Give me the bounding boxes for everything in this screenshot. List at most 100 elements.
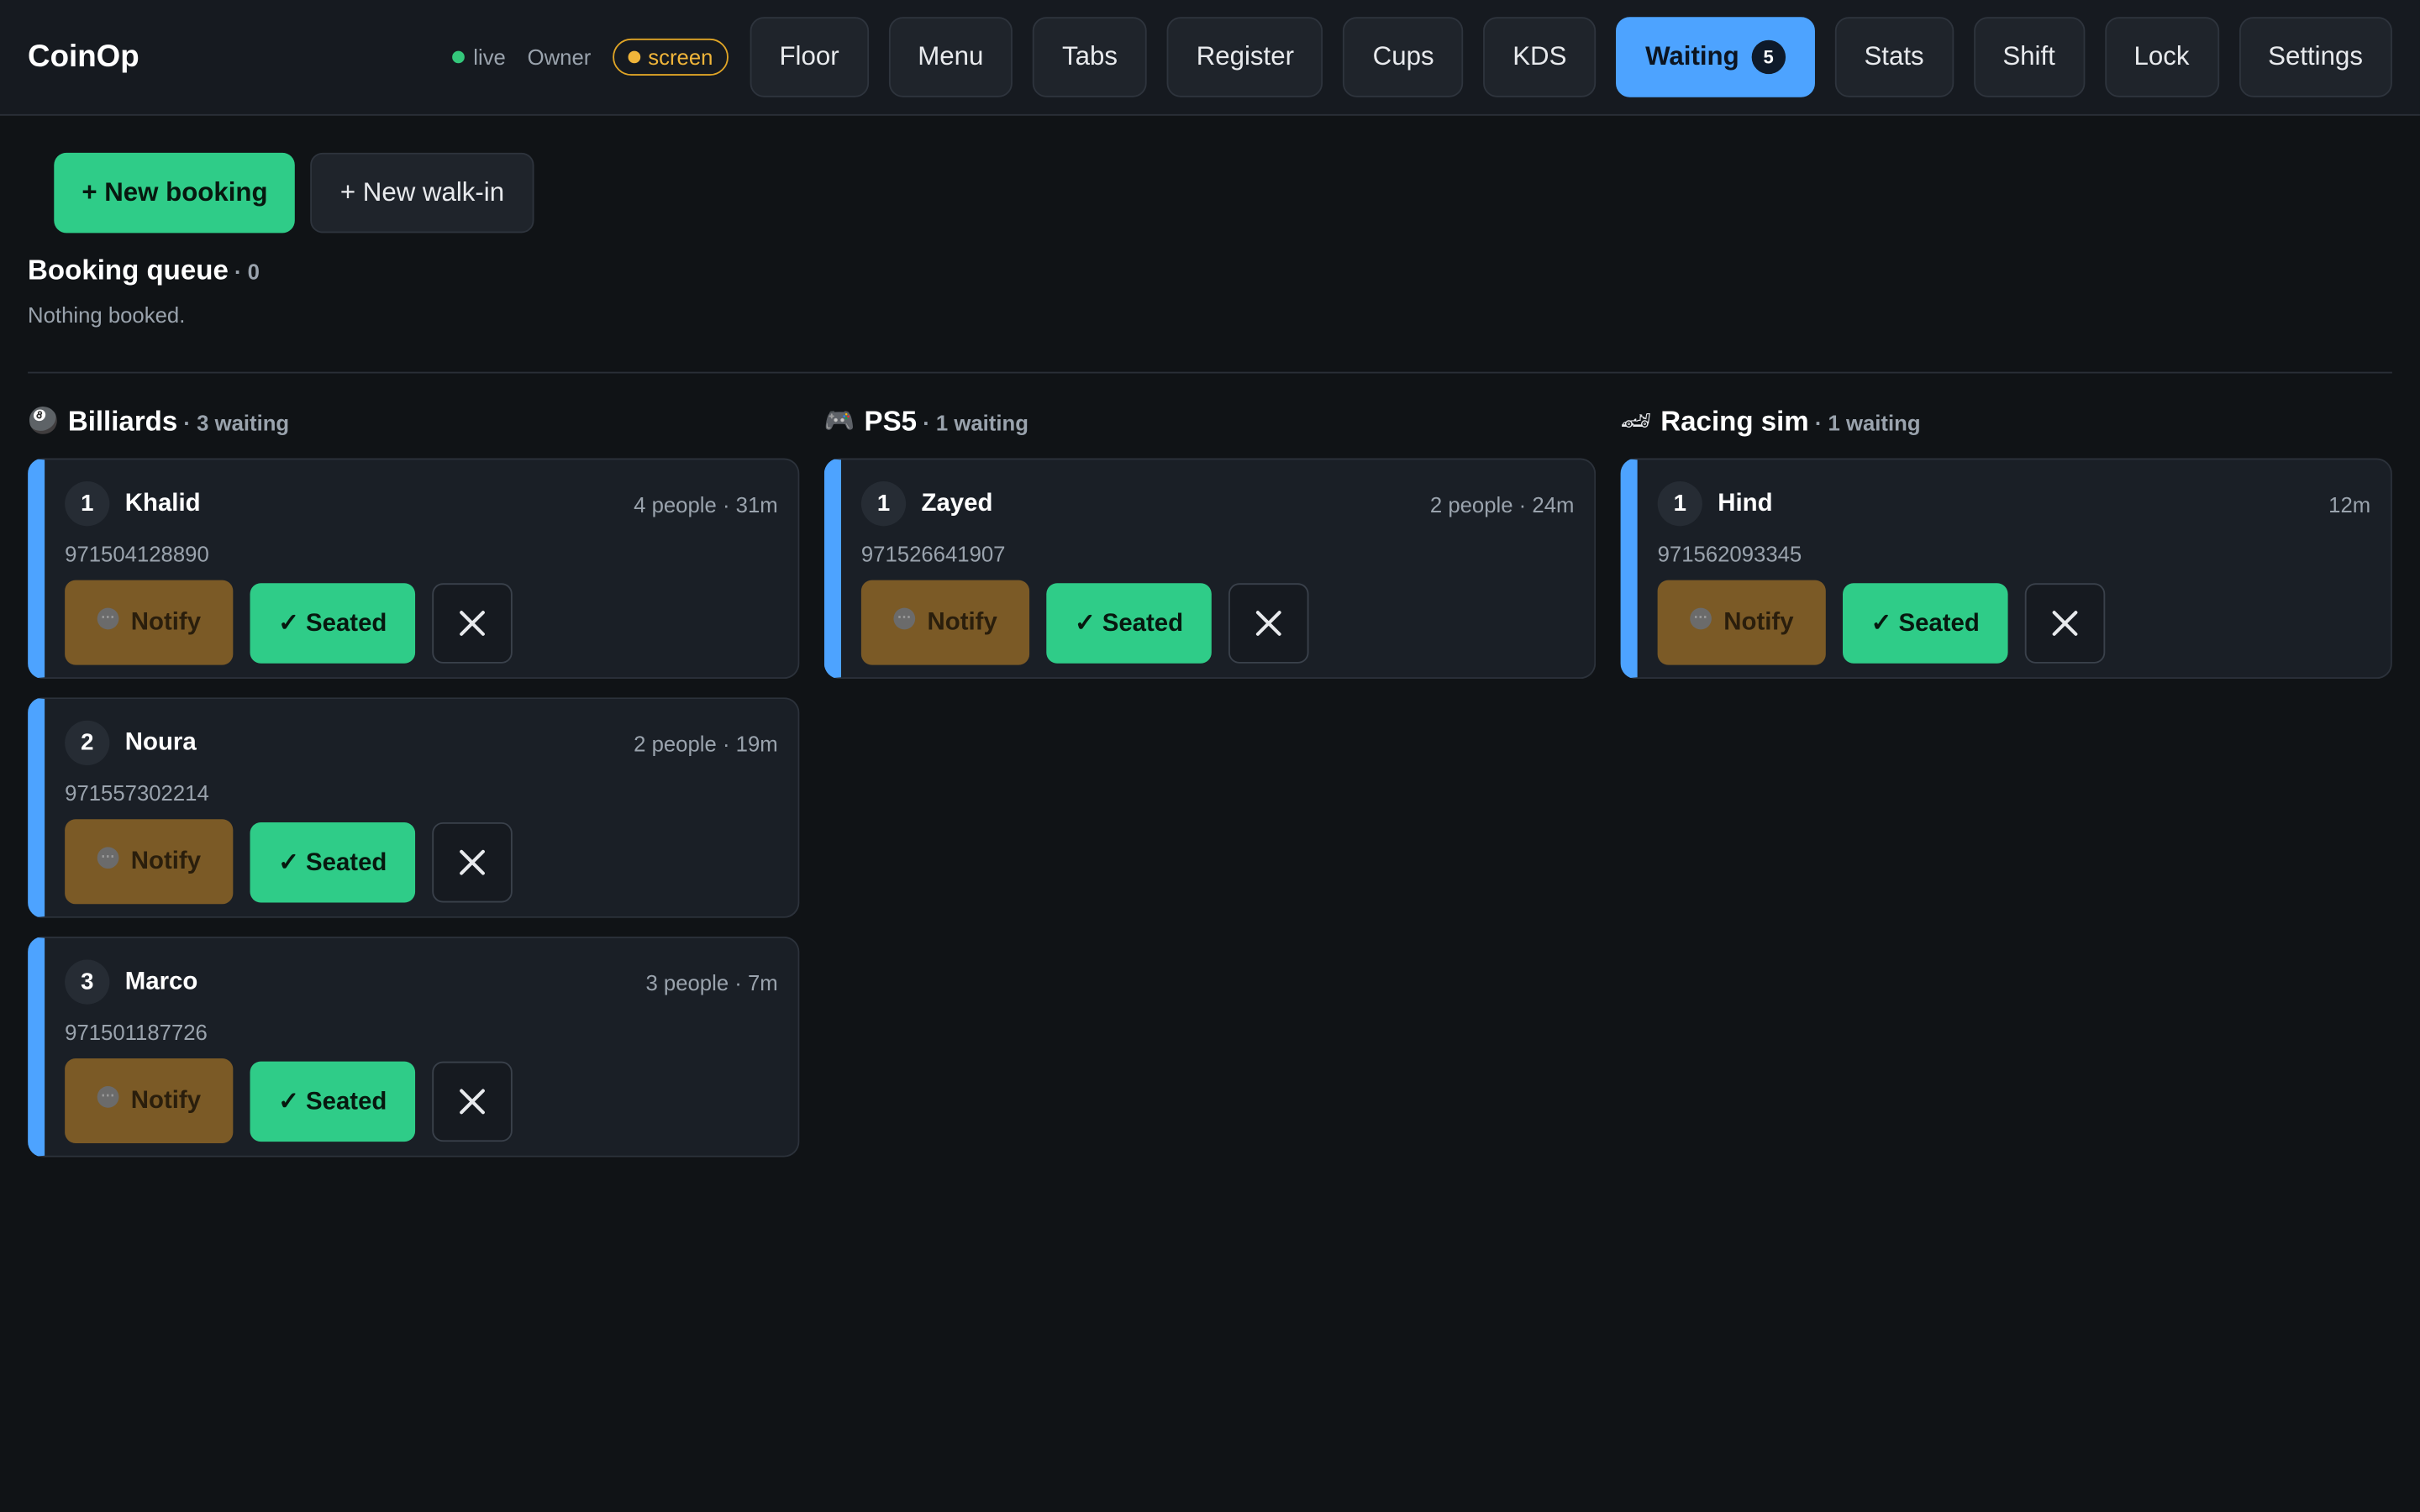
chat-bubble-icon: ⋯: [97, 606, 119, 629]
user-role: Owner: [527, 45, 592, 70]
close-icon: [1255, 610, 1281, 635]
booking-queue: Booking queue · 0 Nothing booked.: [0, 233, 2420, 327]
remove-button[interactable]: [432, 582, 513, 663]
queue-position: 1: [65, 481, 110, 527]
notify-label: Notify: [130, 608, 202, 635]
notify-button[interactable]: ⋯ Notify: [860, 580, 1030, 665]
connection-status: live: [451, 45, 506, 70]
seated-button[interactable]: ✓ Seated: [250, 822, 416, 902]
screen-mode-badge[interactable]: screen: [613, 38, 729, 76]
column-title: Racing sim: [1660, 405, 1809, 436]
guest-phone: 971557302214: [65, 780, 209, 806]
nav-stats-button[interactable]: Stats: [1834, 17, 1954, 97]
nav-waiting-button[interactable]: Waiting 5: [1616, 17, 1815, 97]
brand-logo: CoinOp: [28, 39, 139, 74]
nav-register-button[interactable]: Register: [1166, 17, 1323, 97]
chat-bubble-icon: ⋯: [97, 1085, 119, 1107]
party-meta: 2 people · 24m: [1429, 491, 1575, 517]
nav-tabs-button[interactable]: Tabs: [1033, 17, 1147, 97]
nav-label: Stats: [1864, 41, 1924, 71]
nav-label: Floor: [779, 41, 839, 71]
nav-kds-button[interactable]: KDS: [1483, 17, 1597, 97]
booking-queue-title: Booking queue: [28, 255, 229, 286]
app-root: CoinOp live Owner screen Floor Menu Tabs Re…: [0, 0, 2420, 1512]
screen-mode-label: screen: [648, 45, 713, 70]
seated-button[interactable]: ✓ Seated: [1046, 582, 1212, 663]
close-icon: [460, 1088, 485, 1114]
nav-label: Tabs: [1062, 41, 1118, 71]
waiting-column: 🏎 Racing sim · 1 waiting 1 Hind 12m 971562093…: [1620, 404, 2392, 1175]
party-meta: 4 people · 31m: [634, 491, 778, 517]
live-dot-icon: [451, 50, 465, 64]
nav-shift-button[interactable]: Shift: [1973, 17, 2085, 97]
nav-label: Menu: [918, 41, 984, 71]
column-waiting-count: · 1 waiting: [917, 409, 1028, 435]
column-title: PS5: [864, 405, 918, 436]
waiting-column: 🎮 PS5 · 1 waiting 1 Zayed 2 people · 24m 9715…: [823, 404, 1597, 1175]
nav-label: Shift: [2002, 41, 2055, 71]
party-meta: 2 people · 19m: [634, 730, 778, 756]
seated-button[interactable]: ✓ Seated: [250, 1060, 416, 1142]
main-nav: Floor Menu Tabs Register Cups KDS Waiting 5 Stat…: [750, 17, 2392, 97]
seated-button[interactable]: ✓ Seated: [250, 582, 416, 663]
guest-phone: 971526641907: [860, 541, 1006, 567]
remove-button[interactable]: [432, 822, 513, 902]
guest-name: Zayed: [921, 490, 993, 517]
nav-lock-button[interactable]: Lock: [2104, 17, 2219, 97]
seated-button[interactable]: ✓ Seated: [1843, 582, 2008, 663]
nav-settings-button[interactable]: Settings: [2238, 17, 2392, 97]
top-bar: CoinOp live Owner screen Floor Menu Tabs Re…: [0, 0, 2420, 116]
new-booking-button[interactable]: + New booking: [54, 152, 296, 234]
remove-button[interactable]: [2024, 582, 2106, 663]
queue-position: 1: [1657, 481, 1702, 527]
guest-name: Marco: [124, 968, 198, 995]
queue-position: 3: [65, 959, 110, 1005]
column-waiting-count: · 1 waiting: [1808, 409, 1921, 435]
notify-label: Notify: [927, 608, 997, 635]
guest-name: Hind: [1718, 490, 1773, 517]
notify-button[interactable]: ⋯ Notify: [65, 819, 234, 905]
party-meta: 12m: [2328, 491, 2371, 517]
column-header: 🎱 Billiards · 3 waiting: [28, 404, 799, 438]
close-icon: [2052, 610, 2078, 635]
waiting-card: 1 Hind 12m 971562093345 ⋯ Notify ✓ Seated: [1620, 458, 2392, 680]
waiting-card: 2 Noura 2 people · 19m 971557302214 ⋯ Notify ✓…: [28, 697, 800, 918]
column-waiting-count: · 3 waiting: [177, 409, 290, 435]
remove-button[interactable]: [1228, 582, 1309, 663]
nav-floor-button[interactable]: Floor: [750, 17, 869, 97]
remove-button[interactable]: [432, 1060, 513, 1142]
status-label: live: [473, 45, 506, 70]
waiting-column: 🎱 Billiards · 3 waiting 1 Khalid 4 people · …: [28, 404, 800, 1175]
chat-bubble-icon: ⋯: [893, 606, 915, 629]
notify-label: Notify: [130, 1086, 202, 1114]
new-walkin-button[interactable]: + New walk-in: [310, 152, 534, 234]
waiting-card: 3 Marco 3 people · 7m 971501187726 ⋯ Notify ✓ …: [28, 936, 800, 1158]
queue-position: 1: [860, 481, 907, 527]
column-header: 🎮 PS5 · 1 waiting: [824, 404, 1596, 438]
race-car-icon: 🏎: [1620, 408, 1652, 435]
nav-label: Lock: [2133, 41, 2190, 71]
nav-menu-button[interactable]: Menu: [888, 17, 1013, 97]
gamepad-icon: 🎮: [823, 408, 855, 435]
notify-label: Notify: [130, 848, 202, 874]
nav-label: Cups: [1372, 41, 1434, 71]
column-header: 🏎 Racing sim · 1 waiting: [1621, 404, 2392, 438]
guest-phone: 971501187726: [65, 1020, 208, 1045]
waiting-card: 1 Zayed 2 people · 24m 971526641907 ⋯ Notify ✓…: [823, 458, 1597, 680]
notify-button[interactable]: ⋯ Notify: [1657, 580, 1826, 665]
nav-label: Register: [1196, 41, 1294, 71]
booking-queue-count: · 0: [228, 259, 260, 284]
queue-position: 2: [65, 720, 110, 766]
close-icon: [460, 848, 485, 874]
waiting-columns: 🎱 Billiards · 3 waiting 1 Khalid 4 people · …: [0, 373, 2420, 1175]
booking-queue-empty: Nothing booked.: [28, 302, 186, 328]
guest-name: Noura: [124, 728, 197, 756]
notify-label: Notify: [1723, 608, 1794, 635]
nav-label: Waiting: [1645, 41, 1739, 71]
notify-button[interactable]: ⋯ Notify: [65, 1058, 234, 1143]
nav-cups-button[interactable]: Cups: [1343, 17, 1464, 97]
waiting-card: 1 Khalid 4 people · 31m 971504128890 ⋯ Notify…: [28, 458, 800, 680]
guest-phone: 971562093345: [1657, 541, 1802, 567]
notify-button[interactable]: ⋯ Notify: [65, 580, 234, 665]
party-meta: 3 people · 7m: [645, 969, 778, 995]
